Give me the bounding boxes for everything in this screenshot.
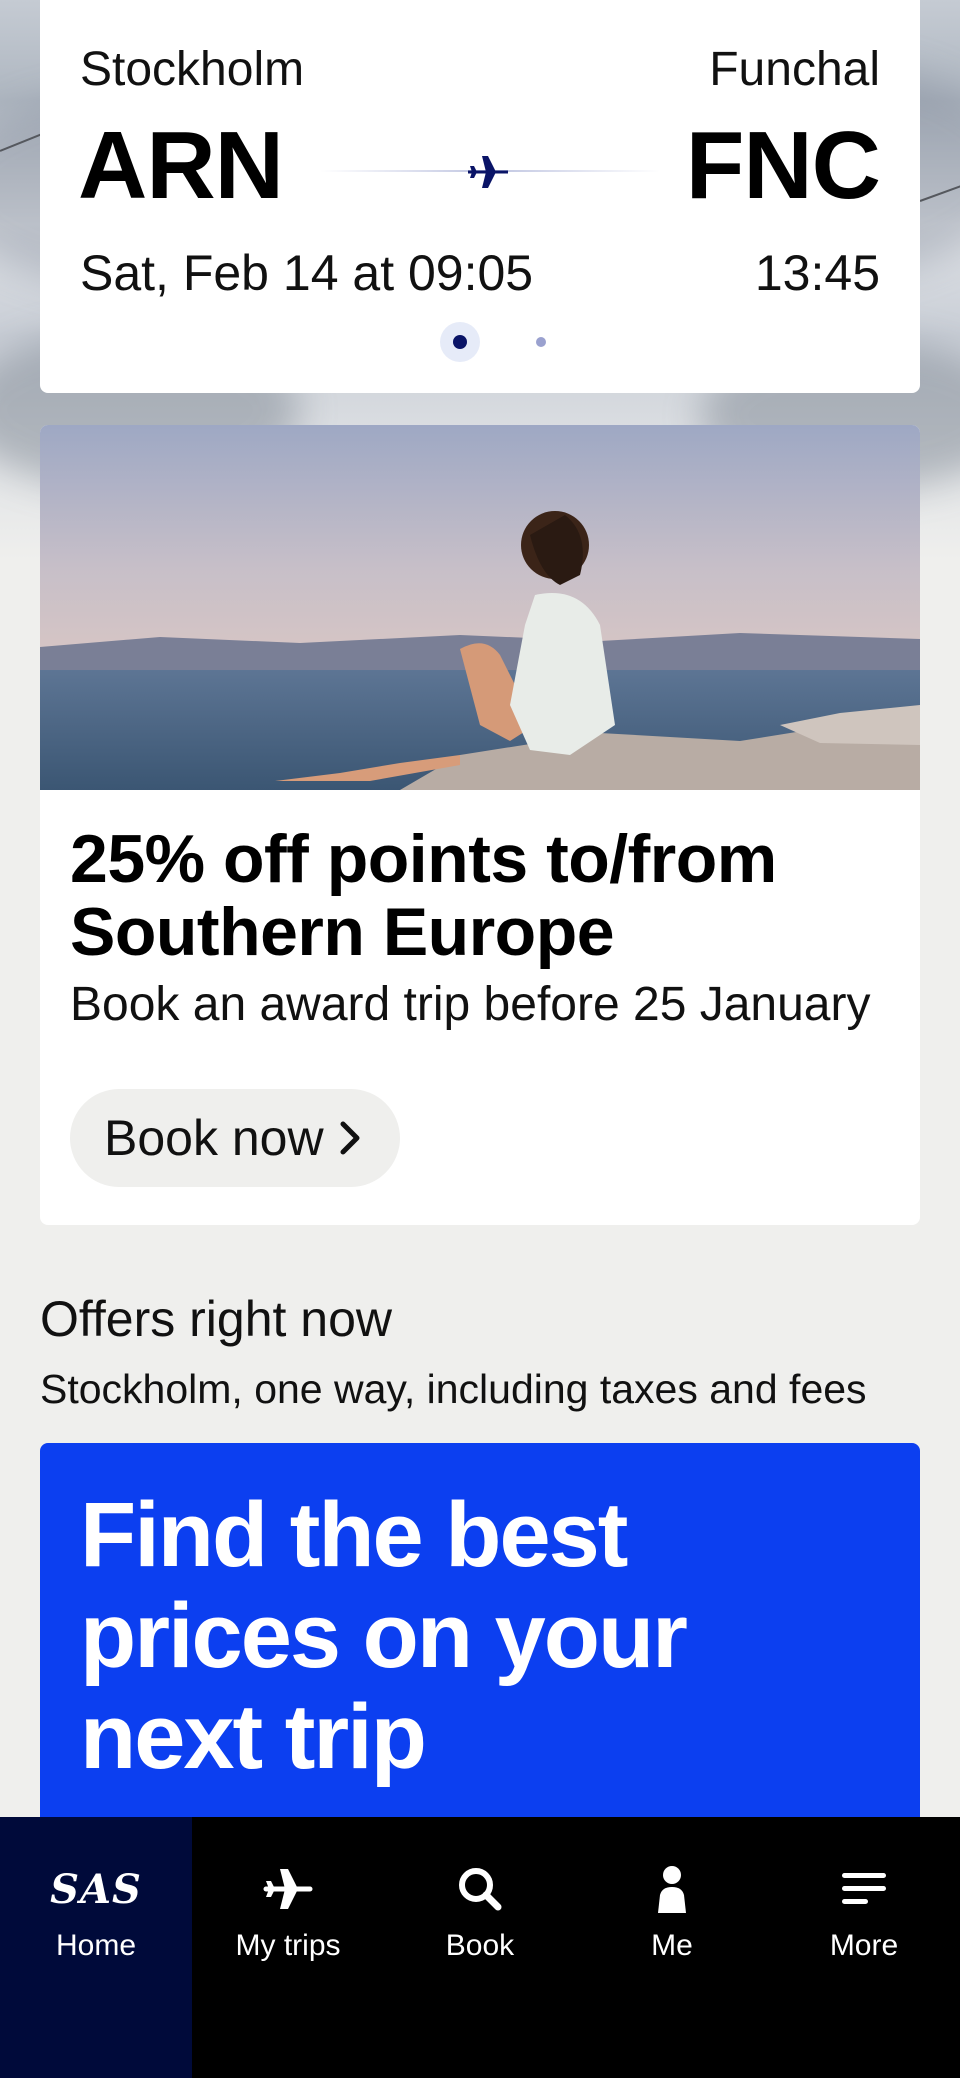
promo-subtitle: Book an award trip before 25 January <box>70 978 871 1031</box>
nav-label-my-trips: My trips <box>235 1929 341 1962</box>
nav-label-more: More <box>829 1929 899 1962</box>
search-icon <box>459 1868 502 1911</box>
upcoming-flight-card[interactable]: Stockholm Funchal ARN FNC Sat, Feb 14 at… <box>40 0 920 393</box>
offers-section-title: Offers right now <box>40 1291 393 1347</box>
promo-card[interactable]: 25% off points to/from Southern Europe B… <box>40 425 920 1225</box>
airplane-icon <box>263 1869 313 1909</box>
beach-woman-photo <box>40 425 920 790</box>
banner-headline: Find the best prices on your next trip <box>80 1484 688 1789</box>
sas-logo-text: SAS <box>50 1865 142 1913</box>
nav-label-home: Home <box>55 1929 137 1962</box>
origin-airport-code: ARN <box>78 112 284 219</box>
nav-label-me: Me <box>651 1929 693 1962</box>
pager-dot[interactable] <box>536 337 546 347</box>
chevron-right-icon <box>340 1121 360 1155</box>
bottom-navigation: SAS Home My trips Book Me More <box>0 1817 960 2078</box>
menu-icon <box>842 1873 886 1904</box>
nav-item-home[interactable]: SAS Home <box>0 1817 192 2078</box>
airplane-icon <box>468 156 508 188</box>
departure-time: Sat, Feb 14 at 09:05 <box>80 245 534 301</box>
nav-item-book[interactable]: Book <box>384 1817 576 2078</box>
origin-city: Stockholm <box>80 43 305 96</box>
destination-airport-code: FNC <box>685 112 881 219</box>
promo-title: 25% off points to/from Southern Europe <box>70 821 777 971</box>
book-now-button[interactable]: Book now <box>70 1089 400 1187</box>
card-pager <box>40 322 920 362</box>
pager-dot-active[interactable] <box>440 322 480 362</box>
nav-label-book: Book <box>445 1929 515 1962</box>
destination-city: Funchal <box>709 43 880 96</box>
book-now-label: Book now <box>104 1110 324 1166</box>
sas-logo-icon: SAS <box>50 1859 141 1919</box>
person-icon <box>658 1866 686 1913</box>
nav-item-me[interactable]: Me <box>576 1817 768 2078</box>
offers-section-subtitle: Stockholm, one way, including taxes and … <box>40 1366 867 1412</box>
nav-item-more[interactable]: More <box>768 1817 960 2078</box>
best-prices-banner[interactable]: Find the best prices on your next trip <box>40 1443 920 1863</box>
nav-item-my-trips[interactable]: My trips <box>192 1817 384 2078</box>
arrival-time: 13:45 <box>754 245 880 301</box>
